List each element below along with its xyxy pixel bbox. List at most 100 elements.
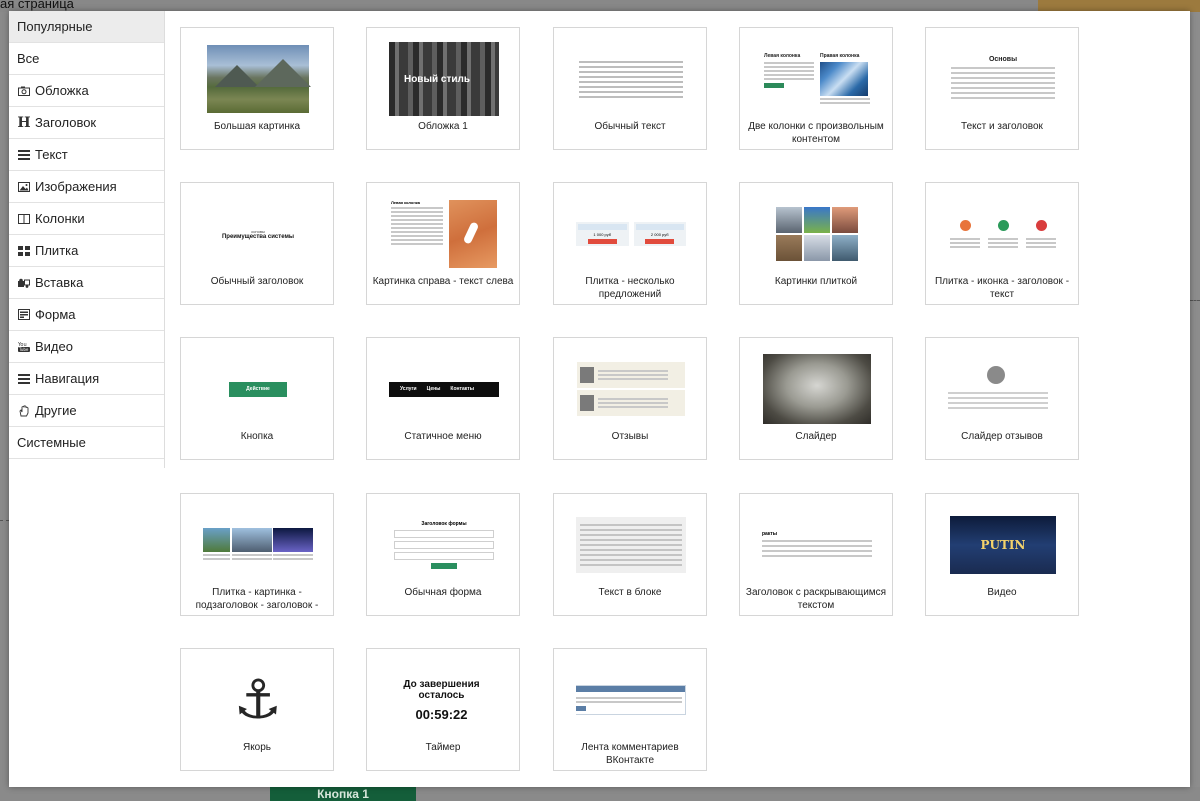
- category-label: Плитка: [35, 243, 79, 258]
- category-text[interactable]: Текст: [9, 139, 164, 171]
- background-divider: [1190, 300, 1200, 302]
- block-thumbnail: [948, 352, 1058, 426]
- block-label: Таймер: [425, 742, 461, 753]
- block-card-text-heading[interactable]: Основы Текст и заголовок: [925, 27, 1079, 150]
- thumb-text: 1 000 руб: [593, 232, 612, 237]
- category-other[interactable]: Другие: [9, 395, 164, 427]
- hand-icon: [17, 404, 31, 417]
- block-card-form[interactable]: Заголовок формы Обычная форма: [366, 493, 520, 616]
- category-cover[interactable]: Обложка: [9, 75, 164, 107]
- puzzle-icon: [17, 278, 31, 288]
- anchor-icon: ⚓: [233, 670, 283, 730]
- water-image: [820, 61, 868, 96]
- thumb-text: Правая колонка: [820, 52, 860, 59]
- text-lines-icon: [17, 149, 31, 160]
- block-thumbnail: До завершения осталось 00:59:22: [389, 663, 499, 737]
- block-card-timer[interactable]: До завершения осталось 00:59:22 Таймер: [366, 648, 520, 771]
- svg-text:Tube: Tube: [18, 347, 29, 352]
- category-sidebar: Популярные Все Обложка H Заголовок Текст…: [9, 11, 165, 468]
- block-thumbnail: ⚓: [203, 663, 313, 737]
- block-card-reviews[interactable]: Отзывы: [553, 337, 707, 460]
- thumb-text: Левая колонка: [391, 200, 420, 205]
- block-thumbnail: [576, 42, 686, 116]
- city-image: Новый стиль: [389, 42, 499, 116]
- block-thumbnail: Основы: [948, 42, 1058, 116]
- block-thumbnail: Левая колонка Правая колонка: [762, 42, 872, 116]
- category-label: Все: [17, 51, 40, 66]
- category-label: Обложка: [35, 83, 89, 98]
- block-label: Статичное меню: [404, 431, 482, 442]
- block-thumbnail: [762, 352, 872, 426]
- category-label: Вставка: [35, 275, 84, 290]
- block-label: Лента комментариев ВКонтакте: [581, 742, 679, 766]
- category-heading[interactable]: H Заголовок: [9, 107, 164, 139]
- columns-icon: [17, 213, 31, 224]
- block-label: Обычный текст: [594, 121, 666, 132]
- block-card-icon-tiles[interactable]: Плитка - иконка - заголовок - текст: [925, 182, 1079, 305]
- tile-images: [776, 207, 858, 261]
- block-label: Большая картинка: [213, 121, 301, 132]
- block-card-anchor[interactable]: ⚓ Якорь: [180, 648, 334, 771]
- block-card-static-menu[interactable]: Услуги Цены Контакты Статичное меню: [366, 337, 520, 460]
- thumb-button: Действие: [229, 381, 287, 397]
- block-label: Картинки плиткой: [774, 276, 858, 287]
- block-label: Плитка - несколько предложений: [585, 276, 675, 300]
- category-navigation[interactable]: Навигация: [9, 363, 164, 395]
- category-tiles[interactable]: Плитка: [9, 235, 164, 267]
- block-card-text-in-block[interactable]: Текст в блоке: [553, 493, 707, 616]
- camera-icon: [17, 86, 31, 96]
- heading-icon: H: [17, 114, 31, 131]
- block-thumbnail: [203, 508, 313, 582]
- block-card-plain-heading[interactable]: основы Преимущества системы Обычный загол…: [180, 182, 334, 305]
- block-label: Плитка - картинка - подзаголовок - загол…: [195, 587, 319, 611]
- category-images[interactable]: Изображения: [9, 171, 164, 203]
- block-card-plain-text[interactable]: Обычный текст: [553, 27, 707, 150]
- block-label: Обычный заголовок: [210, 276, 304, 287]
- block-thumbnail: [948, 197, 1058, 271]
- block-card-review-slider[interactable]: Слайдер отзывов: [925, 337, 1079, 460]
- background-right-edge: [1190, 12, 1200, 787]
- category-popular[interactable]: Популярные: [9, 11, 164, 43]
- category-columns[interactable]: Колонки: [9, 203, 164, 235]
- thumb-text: Основы: [988, 56, 1018, 63]
- category-label: Навигация: [35, 371, 100, 386]
- block-thumbnail: 1 000 руб 2 000 руб: [576, 197, 686, 271]
- block-thumbnail: Заголовок формы: [389, 508, 499, 582]
- block-label: Текст в блоке: [598, 587, 662, 598]
- block-label: Плитка - иконка - заголовок - текст: [934, 276, 1070, 300]
- thumb-text: Левая колонка: [764, 52, 801, 59]
- block-card-slider[interactable]: Слайдер: [739, 337, 893, 460]
- category-label: Видео: [35, 339, 73, 354]
- block-thumbnail: Новый стиль: [389, 42, 499, 116]
- block-card-tile-image-subheading[interactable]: Плитка - картинка - подзаголовок - загол…: [180, 493, 334, 616]
- category-form[interactable]: Форма: [9, 299, 164, 331]
- block-card-image-right[interactable]: Левая колонка Картинка справа - текст сл…: [366, 182, 520, 305]
- category-embed[interactable]: Вставка: [9, 267, 164, 299]
- image-icon: [17, 181, 31, 192]
- thumb-text: PUTIN: [980, 538, 1026, 552]
- block-card-two-columns[interactable]: Левая колонка Правая колонка Две колонки…: [739, 27, 893, 150]
- category-label: Текст: [35, 147, 68, 162]
- mountain-image: [207, 45, 311, 113]
- block-card-image-tiles[interactable]: Картинки плиткой: [739, 182, 893, 305]
- block-thumbnail: [762, 197, 872, 271]
- block-card-expandable-heading[interactable]: ракты Заголовок с раскрывающимся текстом: [739, 493, 893, 616]
- category-label: Изображения: [35, 179, 117, 194]
- fog-image: [763, 354, 871, 424]
- thumb-text: 00:59:22: [415, 706, 468, 722]
- block-label: Слайдер отзывов: [961, 431, 1043, 442]
- category-video[interactable]: You Tube Видео: [9, 331, 164, 363]
- block-card-button[interactable]: Действие Кнопка: [180, 337, 334, 460]
- block-card-big-image[interactable]: Большая картинка: [180, 27, 334, 150]
- block-card-offers[interactable]: 1 000 руб 2 000 руб Плитка - несколько п…: [553, 182, 707, 305]
- thumb-text: 2 000 руб: [650, 232, 669, 237]
- category-all[interactable]: Все: [9, 43, 164, 75]
- category-system[interactable]: Системные: [9, 427, 164, 459]
- thumb-text: Услуги: [400, 386, 417, 392]
- form-icon: [17, 309, 31, 320]
- block-card-video[interactable]: PUTIN Видео: [925, 493, 1079, 616]
- block-card-vk-comments[interactable]: Лента комментариев ВКонтакте: [553, 648, 707, 771]
- block-thumbnail: [576, 352, 686, 426]
- block-label: Якорь: [242, 742, 272, 753]
- block-card-cover[interactable]: Новый стиль Обложка 1: [366, 27, 520, 150]
